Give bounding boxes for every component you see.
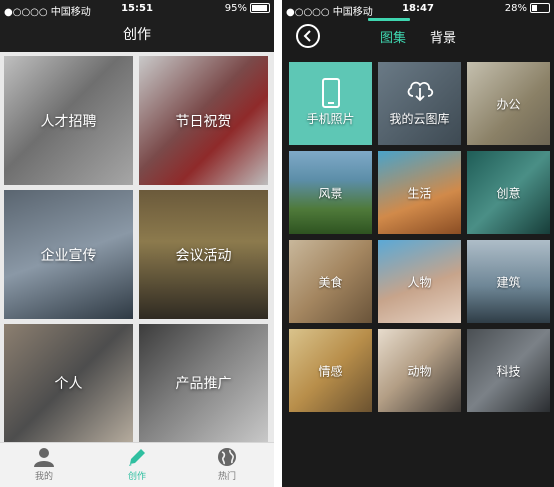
tile-phone-photos[interactable]: 手机照片 — [289, 62, 372, 145]
tab-indicator — [368, 18, 410, 21]
tile-scenery[interactable]: 风景 — [289, 151, 372, 234]
phone-icon — [321, 78, 340, 108]
tile-label: 产品推广 — [175, 376, 232, 392]
tab-create[interactable]: 创作 — [107, 447, 167, 482]
tile-label: 美食 — [318, 275, 343, 289]
tile-label: 风景 — [318, 186, 343, 200]
tile-label: 办公 — [496, 97, 521, 111]
tile-label: 会议活动 — [175, 247, 232, 264]
tab-label: 热门 — [217, 472, 236, 482]
tile-holiday-greeting[interactable]: 节日祝贺 — [139, 56, 268, 185]
tile-label: 人才招聘 — [40, 113, 97, 130]
tile-technology[interactable]: 科技 — [467, 329, 550, 412]
battery-indicator: 28% — [505, 3, 550, 14]
bottom-tab-bar: 我的 创作 热门 — [0, 442, 274, 487]
tile-office[interactable]: 办公 — [467, 62, 550, 145]
battery-percent: 95% — [224, 3, 247, 14]
tab-atlas[interactable]: 图集 — [380, 27, 406, 46]
left-phone-screen: ●○○○○ 中国移动 15:51 95% 创作 人才招聘 节日祝贺 企业宣传 会… — [0, 0, 274, 487]
tile-personal[interactable]: 个人 — [4, 324, 133, 442]
tile-label: 企业宣传 — [40, 247, 97, 264]
page-title: 创作 — [0, 18, 274, 52]
cloud-download-icon — [407, 81, 433, 102]
tile-label: 创意 — [496, 186, 521, 200]
tile-my-cloud-library[interactable]: 我的云图库 — [378, 62, 461, 145]
battery-icon — [530, 3, 550, 13]
tab-hot[interactable]: 热门 — [197, 447, 257, 482]
tile-product-promo[interactable]: 产品推广 — [139, 324, 268, 442]
tile-corporate-promo[interactable]: 企业宣传 — [4, 190, 133, 319]
globe-icon — [218, 448, 236, 466]
tile-label: 生活 — [407, 186, 432, 200]
tab-label: 创作 — [127, 472, 146, 482]
tile-animals[interactable]: 动物 — [378, 329, 461, 412]
tab-label: 我的 — [34, 472, 53, 482]
tile-emotion[interactable]: 情感 — [289, 329, 372, 412]
user-icon — [34, 448, 54, 467]
status-bar: ●○○○○ 中国移动 15:51 95% — [0, 0, 274, 18]
tile-food[interactable]: 美食 — [289, 240, 372, 323]
tile-label: 节日祝贺 — [175, 113, 232, 130]
tile-life[interactable]: 生活 — [378, 151, 461, 234]
tab-background[interactable]: 背景 — [430, 27, 456, 46]
tile-label: 科技 — [496, 364, 521, 378]
battery-icon — [250, 3, 270, 13]
battery-percent: 28% — [504, 3, 527, 14]
tile-label: 个人 — [54, 376, 83, 392]
pencil-icon — [129, 449, 145, 466]
top-bar: 图集 背景 — [282, 18, 554, 52]
right-phone-screen: ●○○○○ 中国移动 18:47 28% 图集 背景 手机照片 我的云图库 办公… — [282, 0, 554, 487]
tile-label: 情感 — [318, 364, 343, 378]
back-button[interactable] — [296, 24, 320, 48]
tile-label: 建筑 — [496, 275, 521, 289]
tile-people[interactable]: 人物 — [378, 240, 461, 323]
tile-label: 我的云图库 — [389, 112, 450, 126]
tile-label: 动物 — [407, 364, 432, 378]
battery-indicator: 95% — [225, 3, 270, 14]
tile-label: 手机照片 — [306, 112, 355, 126]
tile-label: 人物 — [407, 275, 432, 289]
tile-architecture[interactable]: 建筑 — [467, 240, 550, 323]
tile-recruitment[interactable]: 人才招聘 — [4, 56, 133, 185]
chevron-left-icon — [303, 30, 311, 42]
tile-creative[interactable]: 创意 — [467, 151, 550, 234]
tab-mine[interactable]: 我的 — [14, 447, 74, 482]
tile-meeting-event[interactable]: 会议活动 — [139, 190, 268, 319]
status-bar: ●○○○○ 中国移动 18:47 28% — [282, 0, 554, 18]
